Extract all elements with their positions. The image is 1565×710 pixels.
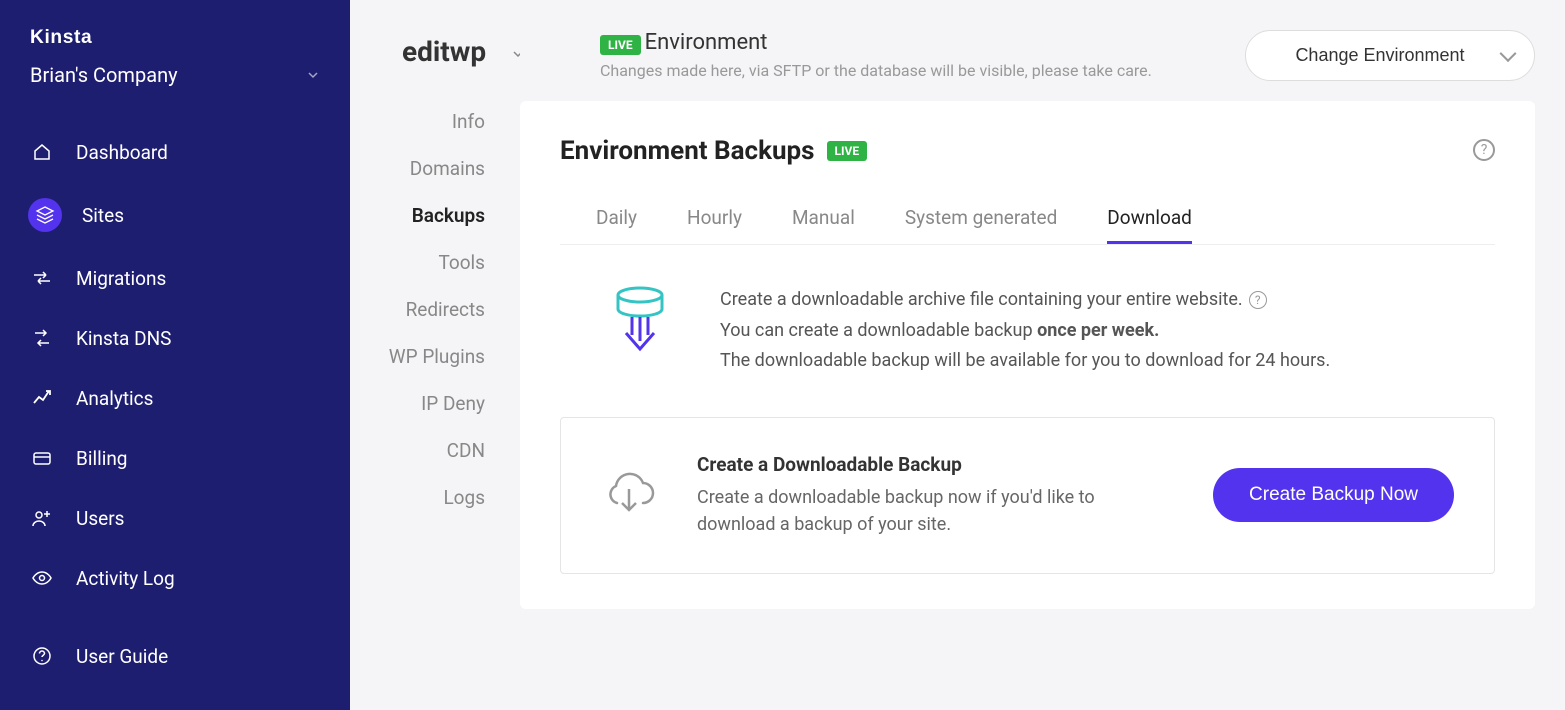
info-line3: The downloadable backup will be availabl… [720, 346, 1330, 377]
create-backup-desc: Create a downloadable backup now if you'… [697, 484, 1117, 538]
tab-system-generated[interactable]: System generated [905, 194, 1057, 244]
brand-logo: Kinsta [0, 25, 350, 63]
eye-icon [28, 564, 56, 592]
sidebar-item-label: Sites [82, 204, 124, 227]
sidebar-item-user-guide[interactable]: User Guide [0, 626, 350, 686]
create-backup-now-button[interactable]: Create Backup Now [1213, 468, 1454, 522]
backups-card: Environment Backups LIVE ? Daily Hourly … [520, 101, 1535, 609]
subnav-item-ip-deny[interactable]: IP Deny [350, 380, 520, 427]
cloud-download-icon [601, 471, 657, 519]
sidebar-item-sites[interactable]: Sites [0, 182, 350, 248]
company-name: Brian's Company [30, 63, 178, 87]
subnav-item-domains[interactable]: Domains [350, 145, 520, 192]
subnav-item-logs[interactable]: Logs [350, 474, 520, 521]
subnav-item-redirects[interactable]: Redirects [350, 286, 520, 333]
sidebar-item-label: Kinsta DNS [76, 327, 171, 350]
subnav-item-info[interactable]: Info [350, 98, 520, 145]
sidebar-item-label: Activity Log [76, 567, 175, 590]
tab-download[interactable]: Download [1107, 194, 1192, 244]
backup-tabs: Daily Hourly Manual System generated Dow… [560, 194, 1495, 245]
sidebar-item-label: Users [76, 507, 124, 530]
info-line1: Create a downloadable archive file conta… [720, 289, 1243, 310]
site-selector[interactable]: editwp [350, 35, 520, 98]
home-icon [28, 138, 56, 166]
create-backup-title: Create a Downloadable Backup [697, 453, 1173, 476]
sidebar-item-activity-log[interactable]: Activity Log [0, 548, 350, 608]
site-subnav: editwp Info Domains Backups Tools Redire… [350, 0, 520, 710]
sidebar-item-users[interactable]: Users [0, 488, 350, 548]
help-icon[interactable]: ? [1473, 139, 1495, 161]
info-line2a: You can create a downloadable backup [720, 320, 1037, 341]
info-line2b: once per week. [1037, 320, 1159, 341]
users-icon [28, 504, 56, 532]
sidebar-item-analytics[interactable]: Analytics [0, 368, 350, 428]
sidebar-item-label: Dashboard [76, 141, 168, 164]
live-badge: LIVE [600, 35, 641, 55]
chevron-down-icon [306, 63, 320, 87]
subnav-item-backups[interactable]: Backups [350, 192, 520, 239]
subnav-item-tools[interactable]: Tools [350, 239, 520, 286]
create-backup-box: Create a Downloadable Backup Create a do… [560, 417, 1495, 574]
tab-manual[interactable]: Manual [792, 194, 855, 244]
help-icon [28, 642, 56, 670]
sidebar-item-dashboard[interactable]: Dashboard [0, 122, 350, 182]
card-title: Environment Backups [560, 136, 815, 166]
sidebar-item-migrations[interactable]: Migrations [0, 248, 350, 308]
change-environment-button[interactable]: Change Environment [1245, 30, 1535, 81]
main-content: LIVE Environment Changes made here, via … [520, 0, 1565, 710]
dns-icon [28, 324, 56, 352]
tab-daily[interactable]: Daily [596, 194, 637, 244]
company-selector[interactable]: Brian's Company [0, 63, 350, 122]
chart-icon [28, 384, 56, 412]
sidebar-item-label: User Guide [76, 645, 168, 668]
migrate-icon [28, 264, 56, 292]
environment-header: LIVE Environment Changes made here, via … [520, 30, 1535, 101]
environment-title: Environment [645, 30, 768, 55]
environment-subtitle: Changes made here, via SFTP or the datab… [600, 61, 1233, 80]
live-badge: LIVE [827, 141, 868, 161]
tab-hourly[interactable]: Hourly [687, 194, 742, 244]
stack-icon [28, 198, 62, 232]
svg-text:Kinsta: Kinsta [30, 27, 92, 48]
help-icon[interactable]: ? [1249, 291, 1267, 309]
card-icon [28, 444, 56, 472]
subnav-item-wp-plugins[interactable]: WP Plugins [350, 333, 520, 380]
site-name-label: editwp [402, 35, 486, 68]
sidebar-item-label: Migrations [76, 267, 166, 290]
main-sidebar: Kinsta Brian's Company Dashboard Sites M… [0, 0, 350, 710]
subnav-item-cdn[interactable]: CDN [350, 427, 520, 474]
sidebar-item-billing[interactable]: Billing [0, 428, 350, 488]
sidebar-item-label: Analytics [76, 387, 153, 410]
sidebar-item-kinsta-dns[interactable]: Kinsta DNS [0, 308, 350, 368]
sidebar-item-label: Billing [76, 447, 127, 470]
download-info: Create a downloadable archive file conta… [560, 285, 1495, 417]
database-download-icon [610, 285, 670, 359]
